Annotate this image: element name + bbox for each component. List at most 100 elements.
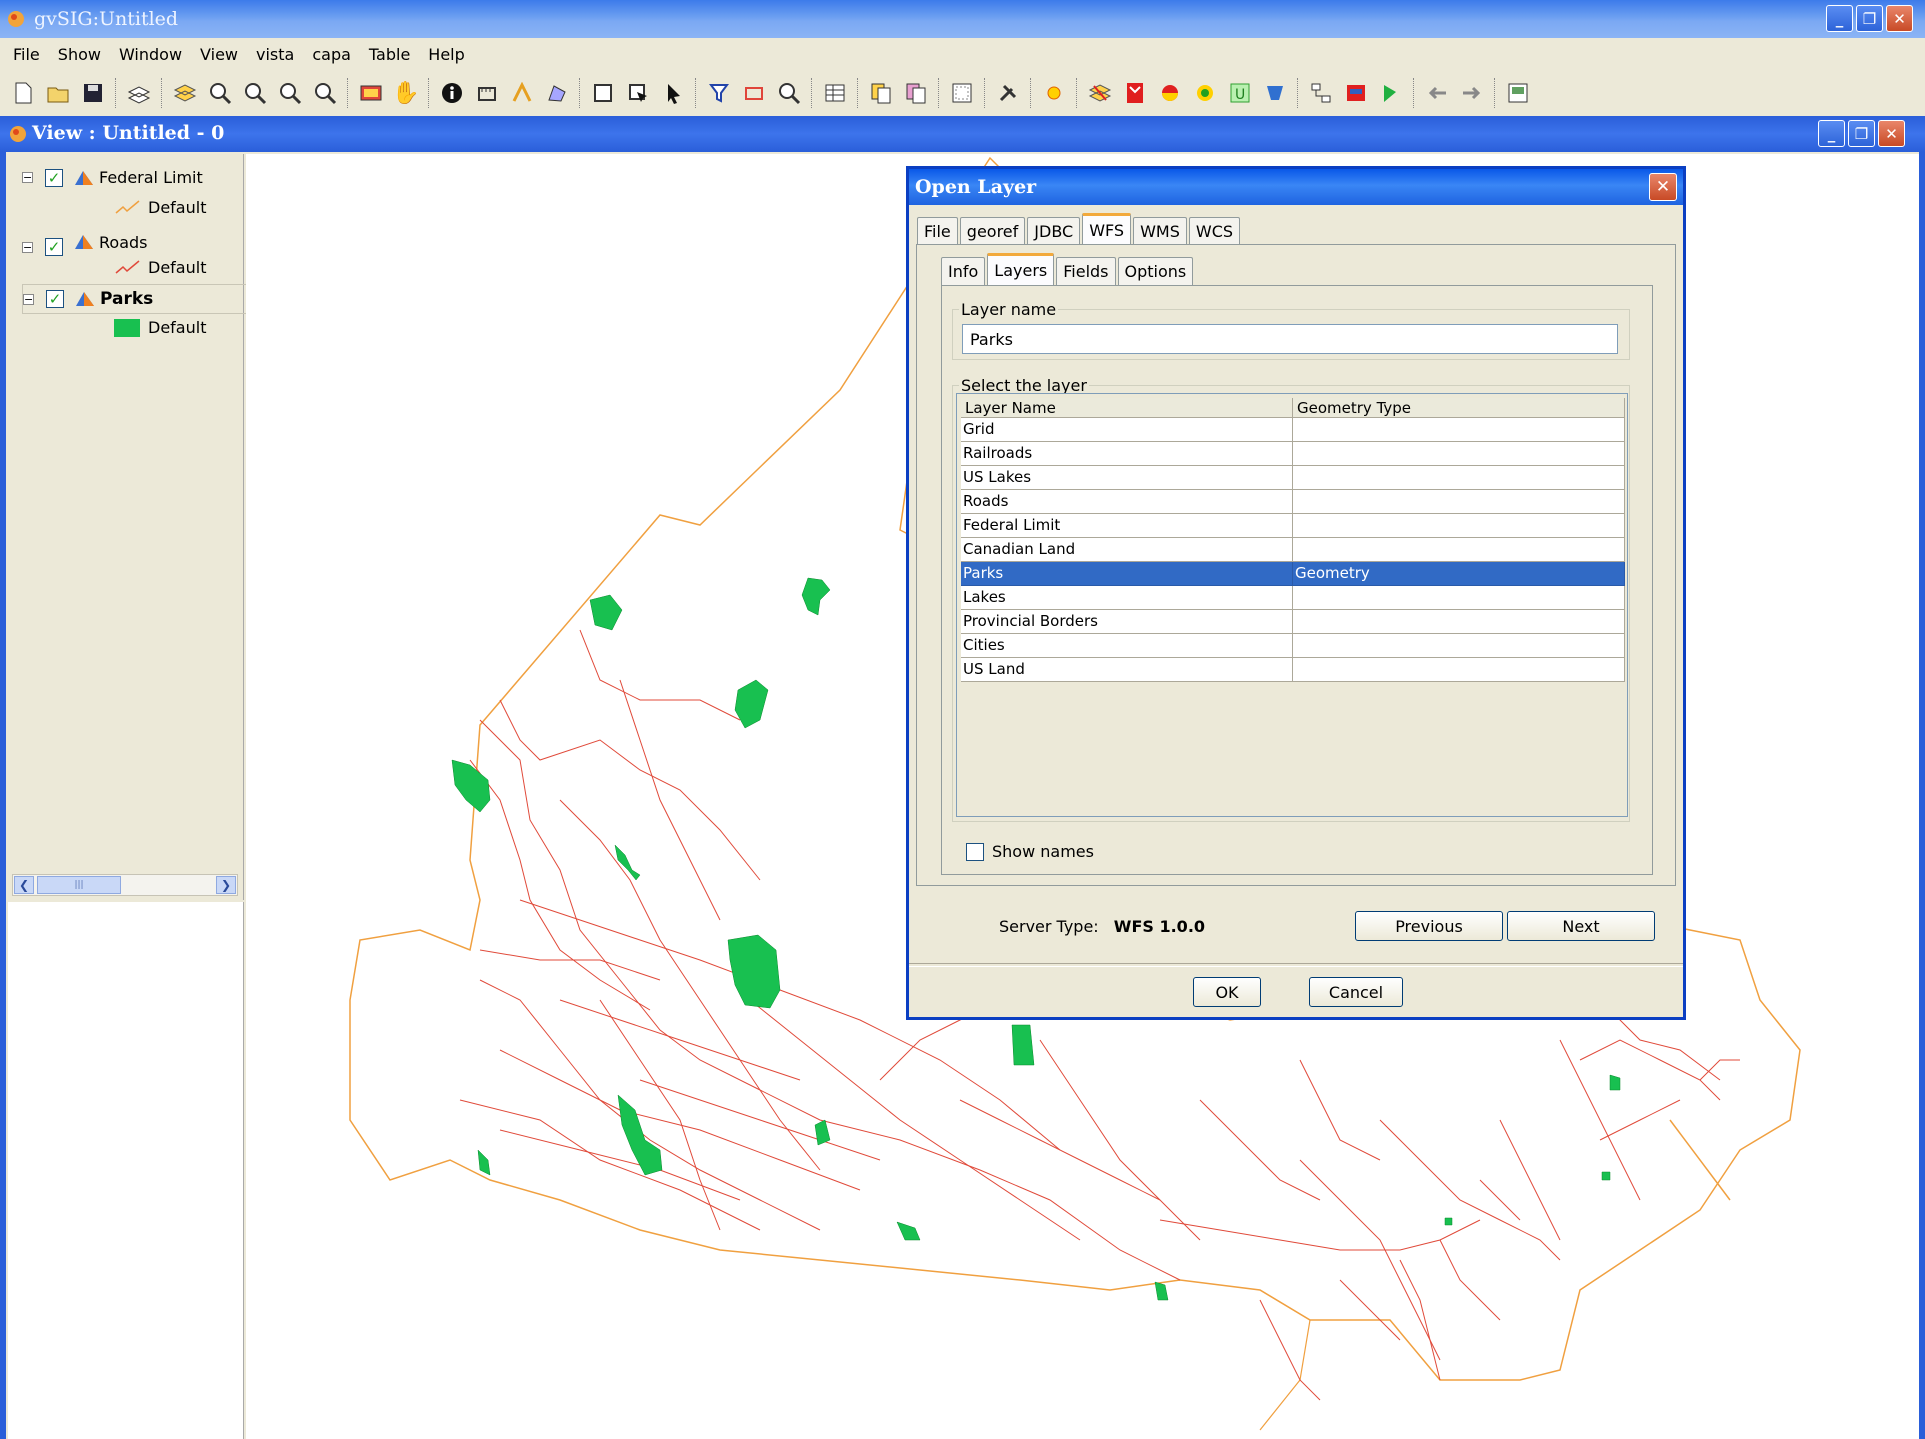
show-names-checkbox[interactable]	[966, 842, 984, 861]
paste-icon[interactable]	[901, 78, 931, 108]
dialog-title-bar[interactable]: Open Layer ✕	[909, 169, 1683, 205]
table-row[interactable]: Lakes	[961, 586, 1625, 610]
info-icon[interactable]	[437, 78, 467, 108]
table-row-selected[interactable]: Parks Geometry	[961, 562, 1625, 586]
zoom-previous-icon[interactable]	[240, 78, 270, 108]
previous-button[interactable]: Previous	[1355, 911, 1503, 941]
collapse-icon[interactable]: −	[22, 172, 33, 183]
subtab-options[interactable]: Options	[1117, 257, 1194, 285]
scroll-right-icon[interactable]: ❯	[216, 876, 236, 894]
layers-icon[interactable]	[170, 78, 200, 108]
tab-georef[interactable]: georef	[959, 217, 1026, 245]
view-maximize-button[interactable]: ❐	[1848, 120, 1875, 147]
select-icon[interactable]	[356, 78, 386, 108]
dissolve-icon[interactable]	[1190, 78, 1220, 108]
menu-file[interactable]: File	[4, 45, 49, 64]
tools-icon[interactable]	[993, 78, 1023, 108]
table-row[interactable]: US Land	[961, 658, 1625, 682]
subtab-info[interactable]: Info	[941, 257, 986, 285]
menu-window[interactable]: Window	[110, 45, 191, 64]
table-row[interactable]: Cities	[961, 634, 1625, 658]
table-row[interactable]: Federal Limit	[961, 514, 1625, 538]
table-row[interactable]: US Lakes	[961, 466, 1625, 490]
filter-icon[interactable]	[704, 78, 734, 108]
view-minimize-button[interactable]: _	[1818, 120, 1845, 147]
toc-layer-federal-limit[interactable]: − ✓ Federal Limit	[22, 168, 203, 187]
polygon-select-icon[interactable]	[739, 78, 769, 108]
open-icon[interactable]	[43, 78, 73, 108]
menu-capa[interactable]: capa	[303, 45, 360, 64]
table-row[interactable]: Canadian Land	[961, 538, 1625, 562]
clip-icon[interactable]	[1260, 78, 1290, 108]
layer-visibility-checkbox[interactable]: ✓	[45, 168, 63, 187]
layer-visibility-checkbox[interactable]: ✓	[46, 290, 64, 308]
app-title-bar[interactable]: gvSIG:Untitled _ ❐ ✕	[0, 0, 1925, 38]
next-button[interactable]: Next	[1507, 911, 1655, 941]
network-icon[interactable]	[1306, 78, 1336, 108]
point-select-icon[interactable]	[623, 78, 653, 108]
menu-help[interactable]: Help	[419, 45, 473, 64]
toc-layer-roads[interactable]: − ✓ Roads	[22, 228, 147, 256]
add-layer-icon[interactable]	[124, 78, 154, 108]
column-geometry-type[interactable]: Geometry Type	[1293, 398, 1625, 418]
area-icon[interactable]	[507, 78, 537, 108]
back-arrow-icon[interactable]	[1422, 78, 1452, 108]
menu-show[interactable]: Show	[49, 45, 110, 64]
table-row[interactable]: Grid	[961, 418, 1625, 442]
pan-icon[interactable]: ✋	[391, 78, 421, 108]
close-button[interactable]: ✕	[1886, 5, 1913, 32]
forward-arrow-icon[interactable]	[1457, 78, 1487, 108]
pointer-icon[interactable]	[658, 78, 688, 108]
minimize-button[interactable]: _	[1826, 5, 1853, 32]
grid-icon[interactable]	[947, 78, 977, 108]
rectangle-select-icon[interactable]	[588, 78, 618, 108]
toc-horizontal-scrollbar[interactable]: ❮ ||| ❯	[12, 874, 238, 896]
layer-visibility-checkbox[interactable]: ✓	[45, 238, 63, 256]
subtab-fields[interactable]: Fields	[1056, 257, 1116, 285]
dialog-close-button[interactable]: ✕	[1649, 173, 1677, 201]
toc-layer-parks[interactable]: − ✓ Parks	[22, 284, 248, 314]
menu-view[interactable]: View	[191, 45, 247, 64]
vector-layer-icon	[75, 235, 93, 249]
ok-button[interactable]: OK	[1193, 977, 1261, 1007]
zoom-extent-icon[interactable]	[205, 78, 235, 108]
tab-wms[interactable]: WMS	[1133, 217, 1187, 245]
table-icon[interactable]	[820, 78, 850, 108]
zoom-in-icon[interactable]	[275, 78, 305, 108]
view-title-bar[interactable]: View : Untitled - 0 _ ❐ ✕	[0, 116, 1925, 152]
polygon-measure-icon[interactable]	[542, 78, 572, 108]
tab-file[interactable]: File	[917, 217, 958, 245]
view-close-button[interactable]: ✕	[1878, 120, 1905, 147]
menu-vista[interactable]: vista	[247, 45, 303, 64]
measure-icon[interactable]	[472, 78, 502, 108]
geoprocess-icon[interactable]	[1120, 78, 1150, 108]
raster-icon[interactable]	[1341, 78, 1371, 108]
table-row[interactable]: Provincial Borders	[961, 610, 1625, 634]
star-icon[interactable]	[1039, 78, 1069, 108]
collapse-icon[interactable]: −	[22, 241, 33, 253]
table-row[interactable]: Railroads	[961, 442, 1625, 466]
table-row[interactable]: Roads	[961, 490, 1625, 514]
subtab-layers[interactable]: Layers	[987, 253, 1055, 285]
buffer-icon[interactable]	[1155, 78, 1185, 108]
scroll-left-icon[interactable]: ❮	[14, 876, 34, 894]
scroll-thumb[interactable]: |||	[37, 876, 121, 894]
save-icon[interactable]	[78, 78, 108, 108]
flag-icon[interactable]	[1376, 78, 1406, 108]
column-layer-name[interactable]: Layer Name	[961, 398, 1293, 418]
tab-wcs[interactable]: WCS	[1188, 217, 1241, 245]
tab-wfs[interactable]: WFS	[1082, 213, 1132, 245]
export-icon[interactable]	[1503, 78, 1533, 108]
menu-table[interactable]: Table	[360, 45, 419, 64]
collapse-icon[interactable]: −	[23, 293, 34, 305]
union-icon[interactable]: U	[1225, 78, 1255, 108]
tab-jdbc[interactable]: JDBC	[1027, 217, 1081, 245]
new-icon[interactable]	[8, 78, 38, 108]
wfs-icon[interactable]	[1085, 78, 1115, 108]
zoom-select-icon[interactable]	[774, 78, 804, 108]
zoom-out-icon[interactable]	[310, 78, 340, 108]
maximize-button[interactable]: ❐	[1856, 5, 1883, 32]
layer-name-input[interactable]: Parks	[962, 324, 1618, 354]
cancel-button[interactable]: Cancel	[1309, 977, 1403, 1007]
copy-icon[interactable]	[866, 78, 896, 108]
